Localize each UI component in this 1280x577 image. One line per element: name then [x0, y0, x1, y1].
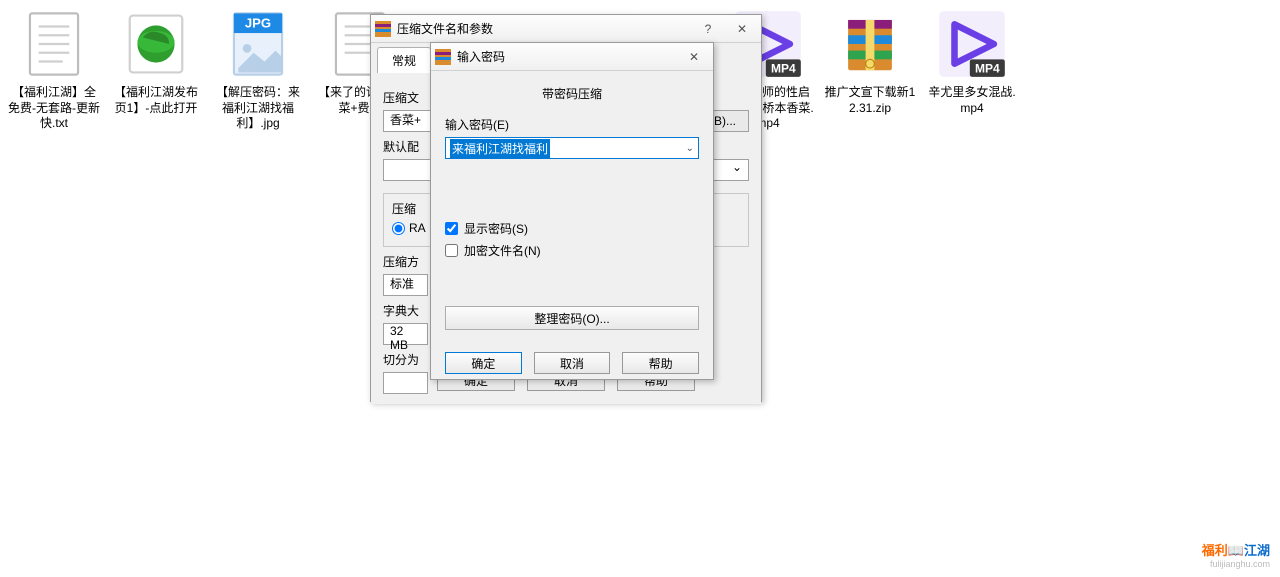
label-enter-password: 输入密码(E)	[445, 116, 699, 133]
svg-text:MP4: MP4	[771, 61, 796, 75]
label-show-password: 显示密码(S)	[464, 220, 528, 237]
jpg-icon: JPG	[218, 4, 298, 84]
file-zip[interactable]: 推广文宣下载新12.31.zip	[824, 4, 916, 132]
radio-rar[interactable]	[392, 222, 405, 235]
chevron-down-icon[interactable]: ⌄	[686, 143, 694, 154]
txt-icon	[14, 4, 94, 84]
file-label: 【福利江湖】全免费-无套路-更新快.txt	[8, 85, 100, 132]
file-jpg[interactable]: JPG 【解压密码：来福利江湖找福利】.jpg	[212, 4, 304, 132]
ok-button[interactable]: 确定	[445, 352, 522, 374]
file-label: 辛尤里多女混战.mp4	[926, 85, 1018, 116]
help-button[interactable]: ?	[693, 19, 723, 39]
svg-text:MP4: MP4	[975, 61, 1000, 75]
zip-icon	[830, 4, 910, 84]
radio-rar-label: RA	[409, 221, 426, 235]
close-button[interactable]: ✕	[727, 19, 757, 39]
file-label: 【解压密码：来福利江湖找福利】.jpg	[212, 85, 304, 132]
password-heading: 带密码压缩	[445, 85, 699, 102]
mp4-icon: MP4	[932, 4, 1012, 84]
winrar-icon	[435, 49, 451, 65]
tab-general[interactable]: 常规	[377, 47, 431, 73]
checkbox-show-password[interactable]	[445, 222, 458, 235]
dialog-title: 压缩文件名和参数	[397, 20, 493, 37]
cancel-button[interactable]: 取消	[534, 352, 611, 374]
watermark: 福利📖江湖 fulijianghu.com	[1202, 540, 1270, 569]
help-button[interactable]: 帮助	[622, 352, 699, 374]
file-web[interactable]: 【福利江湖发布页1】-点此打开	[110, 4, 202, 132]
winrar-icon	[375, 21, 391, 37]
password-value: 来福利江湖找福利	[450, 139, 550, 158]
method-combo[interactable]: 标准	[383, 274, 428, 296]
titlebar[interactable]: 输入密码 ✕	[431, 43, 713, 71]
file-mp4[interactable]: MP4 辛尤里多女混战.mp4	[926, 4, 1018, 132]
password-dialog: 输入密码 ✕ 带密码压缩 输入密码(E) 来福利江湖找福利 ⌄ 显示密码(S) …	[430, 42, 714, 380]
dict-combo[interactable]: 32 MB	[383, 323, 428, 345]
svg-text:JPG: JPG	[245, 16, 271, 31]
checkbox-encrypt-names[interactable]	[445, 244, 458, 257]
dialog-title: 输入密码	[457, 48, 505, 65]
password-input[interactable]: 来福利江湖找福利 ⌄	[445, 137, 699, 159]
globe-icon	[116, 4, 196, 84]
file-label: 【福利江湖发布页1】-点此打开	[110, 85, 202, 116]
organize-passwords-button[interactable]: 整理密码(O)...	[445, 306, 699, 330]
close-button[interactable]: ✕	[679, 47, 709, 67]
file-txt[interactable]: 【福利江湖】全免费-无套路-更新快.txt	[8, 4, 100, 132]
file-label: 推广文宣下载新12.31.zip	[824, 85, 916, 116]
titlebar[interactable]: 压缩文件名和参数 ? ✕	[371, 15, 761, 43]
label-encrypt-names: 加密文件名(N)	[464, 242, 541, 259]
